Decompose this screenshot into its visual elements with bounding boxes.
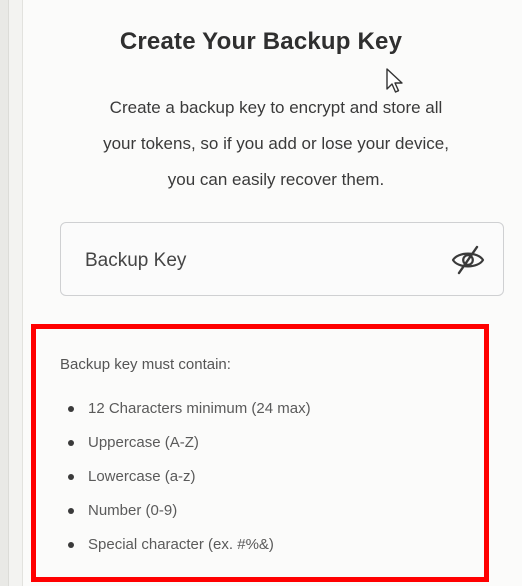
bullet-icon [68,508,74,514]
requirement-text: Uppercase (A-Z) [88,434,199,451]
requirements-list: 12 Characters minimum (24 max) Uppercase… [60,392,311,562]
description-line: Create a backup key to encrypt and store… [109,98,443,117]
requirement-item: Uppercase (A-Z) [60,426,311,460]
description: Create a backup key to encrypt and store… [60,90,492,198]
screen: Create Your Backup Key Create a backup k… [0,0,522,586]
description-line: your tokens, so if you add or lose your … [103,134,449,153]
bullet-icon [68,474,74,480]
requirement-item: Lowercase (a-z) [60,460,311,494]
bullet-icon [68,440,74,446]
requirement-item: 12 Characters minimum (24 max) [60,392,311,426]
requirement-text: Lowercase (a-z) [88,468,196,485]
requirement-text: 12 Characters minimum (24 max) [88,400,311,417]
requirements-heading: Backup key must contain: [60,356,231,373]
requirement-text: Number (0-9) [88,502,178,519]
page-title: Create Your Backup Key [119,28,403,55]
eye-slash-icon[interactable] [449,241,487,279]
description-line: you can easily recover them. [167,170,385,189]
requirement-item: Special character (ex. #%&) [60,528,311,562]
backup-key-field [60,222,504,296]
window-edge [0,0,9,586]
bullet-icon [68,542,74,548]
bullet-icon [68,406,74,412]
backup-key-input[interactable] [83,243,427,279]
requirement-text: Special character (ex. #%&) [88,536,274,553]
requirement-item: Number (0-9) [60,494,311,528]
